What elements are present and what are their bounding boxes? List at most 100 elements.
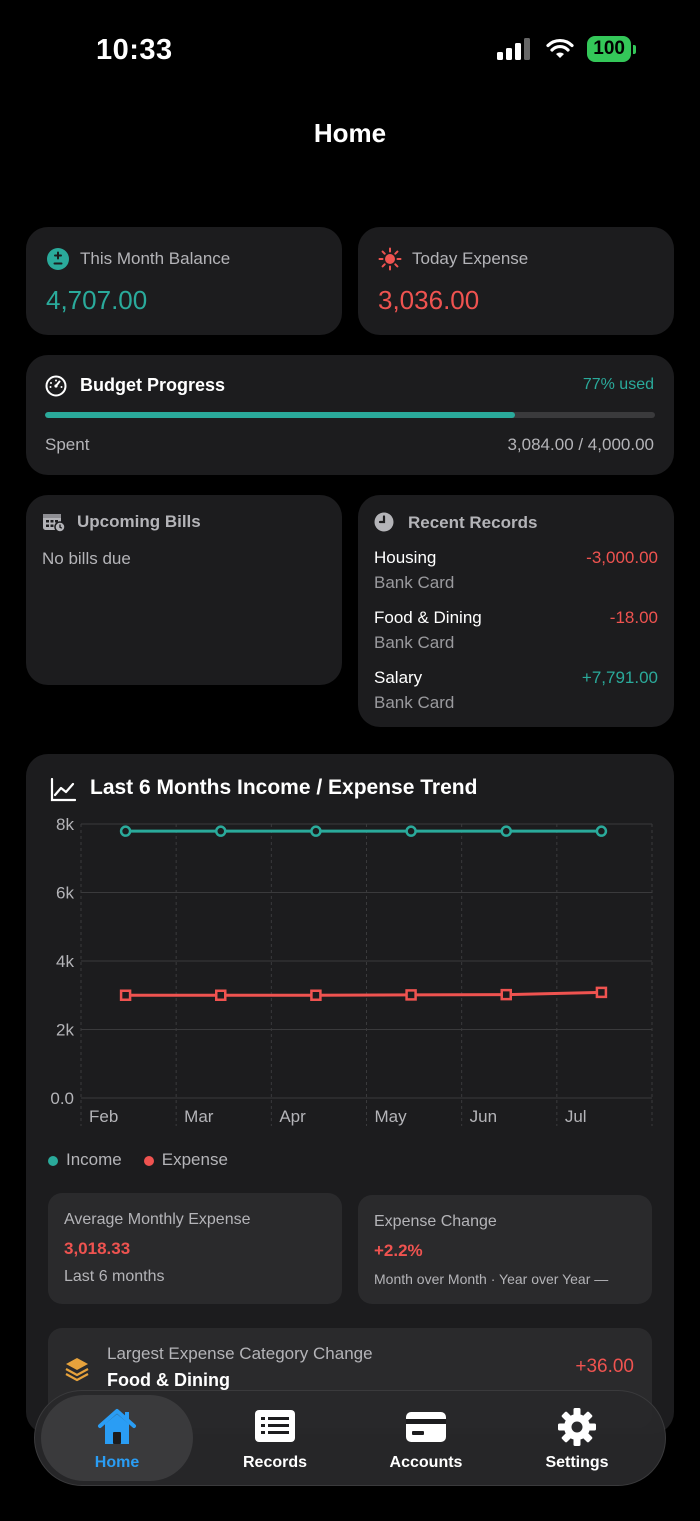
budget-title: Budget Progress (80, 375, 226, 395)
layers-icon (65, 1358, 89, 1382)
largest-change-label: Largest Expense Category Change (107, 1344, 373, 1363)
plus-minus-icon (47, 248, 69, 270)
legend-expense-label: Expense (161, 1150, 228, 1169)
no-bills-text: No bills due (42, 549, 131, 568)
card-icon (406, 1412, 446, 1442)
tab-settings-label: Settings (545, 1454, 609, 1471)
list-icon (255, 1410, 295, 1442)
sun-icon (378, 247, 402, 271)
month-balance-label: This Month Balance (80, 249, 231, 268)
x-tick-label: Feb (89, 1107, 118, 1126)
expense-point (215, 989, 227, 1001)
x-tick-label: Mar (184, 1107, 214, 1126)
expense-change-panel: Expense Change +2.2% Month over Month · … (358, 1195, 652, 1304)
y-tick-label: 6k (56, 884, 74, 903)
legend-income-label: Income (66, 1150, 122, 1169)
record-row[interactable]: Housing Bank Card -3,000.00 (374, 548, 658, 604)
income-point (405, 825, 417, 837)
x-tick-label: May (375, 1107, 408, 1126)
upcoming-bills-card[interactable]: Upcoming Bills No bills due (26, 495, 342, 685)
tab-home[interactable]: Home (41, 1395, 193, 1481)
y-tick-label: 8k (56, 815, 74, 834)
page-title: Home (313, 118, 387, 148)
trend-title: Last 6 Months Income / Expense Trend (90, 776, 478, 799)
tab-records[interactable]: Records (199, 1395, 351, 1481)
expense-point (405, 989, 417, 1001)
expense-change-label: Expense Change (374, 1213, 497, 1230)
tab-accounts-label: Accounts (389, 1454, 463, 1471)
tab-accounts[interactable]: Accounts (350, 1395, 502, 1481)
budget-used-label: 77% used (582, 376, 654, 393)
budget-spent-value: 3,084.00 / 4,000.00 (507, 435, 654, 454)
expense-point (119, 989, 132, 1001)
record-amount: +7,791.00 (581, 668, 658, 687)
wifi-icon (546, 38, 574, 58)
recent-records-card[interactable]: Recent Records Housing Bank Card -3,000.… (358, 495, 674, 727)
status-time: 10:33 (96, 34, 173, 66)
income-point (215, 825, 227, 837)
month-balance-value: 4,707.00 (46, 285, 148, 315)
avg-expense-footer: Last 6 months (64, 1268, 165, 1285)
budget-progress-bar (45, 412, 655, 418)
battery-indicator: 100 (587, 36, 631, 62)
y-tick-label: 0.0 (50, 1089, 74, 1108)
x-tick-label: Apr (279, 1107, 306, 1126)
record-category: Food & Dining (374, 608, 482, 627)
recent-records-title: Recent Records (408, 513, 538, 532)
expense-series-line (125, 990, 602, 997)
avg-expense-panel: Average Monthly Expense 3,018.33 Last 6 … (48, 1193, 342, 1304)
tab-home-label: Home (94, 1454, 140, 1471)
line-chart-icon (50, 778, 76, 802)
record-category: Housing (374, 548, 437, 567)
chart-legend: Income Expense (48, 1150, 228, 1170)
x-tick-label: Jul (565, 1107, 587, 1126)
expense-change-value: +2.2% (374, 1241, 423, 1260)
gear-icon (558, 1408, 596, 1446)
income-point (310, 825, 322, 837)
gauge-icon (45, 375, 67, 397)
tab-bar: Home Records Accounts Settings (34, 1390, 666, 1486)
legend-expense: Expense (143, 1150, 228, 1170)
expense-change-footer: Month over Month · Year over Year — (374, 1271, 609, 1287)
record-row[interactable]: Food & Dining Bank Card -18.00 (374, 608, 658, 664)
record-row[interactable]: Salary Bank Card +7,791.00 (374, 668, 658, 724)
x-tick-label: Jun (470, 1107, 497, 1126)
record-amount: -18.00 (609, 608, 658, 627)
largest-change-value: +36.00 (575, 1356, 634, 1377)
y-tick-label: 4k (56, 952, 74, 971)
avg-expense-value: 3,018.33 (64, 1239, 131, 1258)
expense-point (310, 989, 322, 1001)
largest-change-category: Food & Dining (107, 1370, 230, 1390)
tab-settings[interactable]: Settings (501, 1395, 653, 1481)
budget-progress-card[interactable]: Budget Progress 77% used Spent 3,084.00 … (26, 355, 674, 475)
today-expense-card[interactable]: Today Expense 3,036.00 (358, 227, 674, 335)
budget-spent-label: Spent (45, 435, 90, 454)
expense-point (595, 986, 608, 999)
record-amount: -3,000.00 (586, 548, 658, 567)
month-balance-card[interactable]: This Month Balance 4,707.00 (26, 227, 342, 335)
record-account: Bank Card (374, 573, 455, 592)
battery-cap (633, 44, 636, 54)
today-expense-value: 3,036.00 (378, 285, 480, 315)
upcoming-bills-title: Upcoming Bills (77, 512, 201, 531)
expense-point (500, 988, 512, 1001)
status-icons: 100 (497, 36, 636, 62)
y-tick-label: 2k (56, 1021, 74, 1040)
record-account: Bank Card (374, 633, 455, 652)
record-category: Salary (374, 668, 423, 687)
income-point (595, 825, 608, 837)
trend-card: Last 6 Months Income / Expense Trend 0.0… (26, 754, 674, 1434)
tab-records-label: Records (242, 1454, 308, 1471)
income-point (500, 825, 512, 837)
record-account: Bank Card (374, 693, 455, 712)
avg-expense-label: Average Monthly Expense (64, 1211, 251, 1228)
clock-icon (374, 512, 394, 532)
home-icon (98, 1409, 136, 1444)
today-expense-label: Today Expense (412, 249, 529, 268)
trend-chart: 0.0 2k 4k 6k 8k Feb Mar Apr May Jun Jul (50, 815, 653, 1126)
calendar-icon (43, 514, 66, 533)
budget-progress-fill (45, 412, 515, 418)
legend-income: Income (48, 1150, 122, 1170)
income-point (119, 825, 132, 837)
cellular-signal-icon (497, 38, 531, 60)
